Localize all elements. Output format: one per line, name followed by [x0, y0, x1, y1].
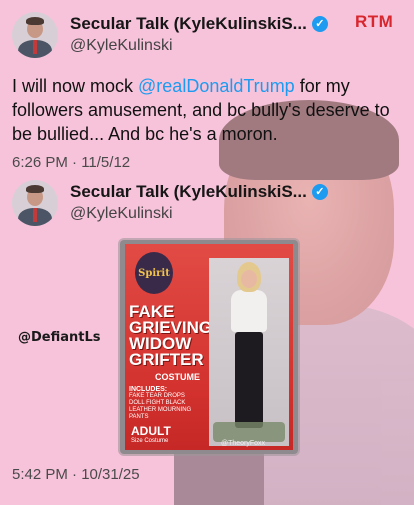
includes-item: LEATHER MOURNING PANTS	[129, 407, 192, 420]
includes-item: DOLL FIGHT BLACK	[129, 400, 186, 406]
tweet-timestamp[interactable]: 5:42 PM · 10/31/25	[12, 466, 140, 483]
avatar[interactable]	[12, 12, 58, 58]
costume-subtitle: COSTUME	[155, 372, 200, 382]
tweet-timestamp[interactable]: 6:26 PM · 11/5/12	[12, 154, 404, 171]
mention-link[interactable]: @realDonaldTrump	[138, 76, 295, 96]
includes-title: INCLUDES:	[129, 386, 168, 393]
image-watermark: @TheoryFoxx	[221, 440, 266, 447]
costume-title: FAKE GRIEVING WIDOW GRIFTER	[129, 302, 213, 369]
tweet-text: I will now mock @realDonaldTrump for my …	[12, 74, 404, 146]
adult-label: ADULT	[131, 424, 171, 438]
includes-item: FAKE TEAR DROPS	[129, 393, 185, 399]
tweet-text-part: I will now mock	[12, 76, 139, 96]
display-name[interactable]: Secular Talk (KyleKulinskiS...	[70, 182, 307, 202]
costume-includes: INCLUDES: FAKE TEAR DROPS DOLL FIGHT BLA…	[129, 386, 204, 421]
size-label: Size Costume	[131, 438, 169, 444]
spirit-logo: Spirit	[135, 252, 173, 294]
defiant-watermark: @DefiantLs	[18, 330, 101, 345]
display-name[interactable]: Secular Talk (KyleKulinskiS...	[70, 14, 307, 34]
user-handle[interactable]: @KyleKulinski	[70, 205, 173, 223]
verified-badge-icon: ✓	[311, 184, 328, 200]
tweet-media-image[interactable]: Spirit FAKE GRIEVING WIDOW GRIFTER COSTU…	[120, 240, 298, 454]
verified-badge-icon: ✓	[311, 16, 328, 32]
avatar[interactable]	[12, 180, 58, 226]
user-handle[interactable]: @KyleKulinski	[70, 37, 173, 55]
tweet-1[interactable]: Secular Talk (KyleKulinskiS... ✓ @KyleKu…	[12, 12, 404, 171]
costume-model-photo	[209, 258, 289, 446]
